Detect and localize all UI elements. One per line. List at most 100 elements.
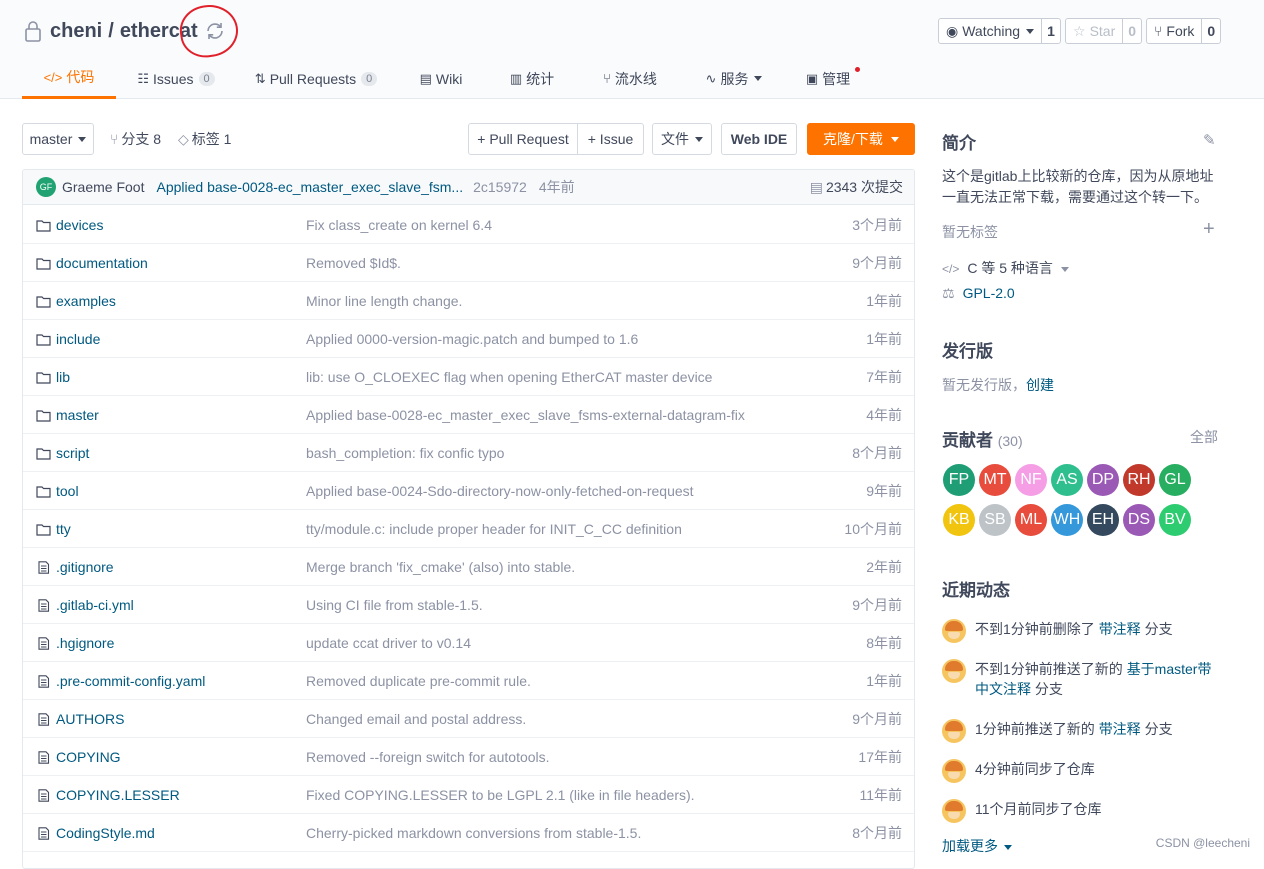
watch-button[interactable]: ◉ Watching 1 — [938, 18, 1061, 44]
notification-dot — [855, 67, 860, 72]
clone-download-button[interactable]: 克隆/下载 — [807, 123, 915, 155]
file-name-link[interactable]: script — [36, 434, 89, 472]
avatar[interactable]: EH — [1087, 504, 1119, 536]
file-commit-message[interactable]: Removed --foreign switch for autotools. — [306, 738, 550, 776]
create-release-link[interactable]: 创建 — [1026, 377, 1054, 393]
file-name-link[interactable]: include — [36, 320, 100, 358]
file-name-link[interactable]: examples — [36, 282, 116, 320]
file-commit-message[interactable]: update ccat driver to v0.14 — [306, 624, 471, 662]
file-name-link[interactable]: tool — [36, 472, 79, 510]
avatar[interactable]: DP — [1087, 464, 1119, 496]
load-more-link[interactable]: 加载更多 — [942, 836, 1012, 856]
tags-link[interactable]: ◇ 标签 1 — [178, 123, 231, 155]
avatar[interactable]: MT — [979, 464, 1011, 496]
file-commit-message[interactable]: Fix class_create on kernel 6.4 — [306, 206, 492, 244]
license-link[interactable]: ⚖ GPL-2.0 — [942, 285, 1015, 302]
avatar[interactable]: NF — [1015, 464, 1047, 496]
avatar[interactable]: ML — [1015, 504, 1047, 536]
table-row: examples Minor line length change. 1年前 — [23, 282, 914, 320]
avatar[interactable]: RH — [1123, 464, 1155, 496]
file-name-link[interactable]: CodingStyle.md — [36, 814, 155, 852]
code-icon: </> — [942, 262, 960, 276]
tab-code[interactable]: </> 代码 — [22, 58, 116, 99]
lock-icon — [25, 21, 41, 42]
file-commit-message[interactable]: Fixed COPYING.LESSER to be LGPL 2.1 (lik… — [306, 776, 695, 814]
file-name-link[interactable]: COPYING.LESSER — [36, 776, 180, 814]
file-name-link[interactable]: lib — [36, 358, 70, 396]
file-commit-message[interactable]: tty/module.c: include proper header for … — [306, 510, 682, 548]
avatar[interactable]: SB — [979, 504, 1011, 536]
star-count[interactable]: 0 — [1123, 19, 1141, 43]
avatar[interactable] — [942, 719, 966, 743]
branch-select[interactable]: master — [22, 123, 94, 155]
file-commit-message[interactable]: Removed $Id$. — [306, 244, 401, 282]
tab-manage[interactable]: ▣ 管理 — [786, 58, 870, 99]
tab-pipeline[interactable]: ⑂ 流水线 — [578, 58, 682, 99]
avatar[interactable] — [942, 659, 966, 683]
tab-wiki[interactable]: ▤ Wiki — [396, 58, 486, 99]
star-button[interactable]: ☆ Star 0 — [1065, 18, 1143, 44]
avatar[interactable] — [942, 799, 966, 823]
file-commit-message[interactable]: Changed email and postal address. — [306, 700, 526, 738]
repo-owner-link[interactable]: cheni — [50, 20, 102, 43]
new-issue-button[interactable]: + Issue — [577, 123, 644, 155]
file-commit-message[interactable]: Removed duplicate pre-commit rule. — [306, 662, 531, 700]
avatar[interactable]: WH — [1051, 504, 1083, 536]
file-name-link[interactable]: tty — [36, 510, 71, 548]
file-commit-message[interactable]: Applied base-0024-Sdo-directory-now-only… — [306, 472, 694, 510]
file-commit-message[interactable]: Using CI file from stable-1.5. — [306, 586, 483, 624]
no-tags-text: 暂无标签 — [942, 224, 998, 240]
avatar[interactable]: BV — [1159, 504, 1191, 536]
file-commit-message[interactable]: bash_completion: fix confic typo — [306, 434, 504, 472]
commit-author[interactable]: Graeme Foot — [62, 179, 144, 195]
file-name-link[interactable]: COPYING — [36, 738, 121, 776]
tab-service[interactable]: ∿ 服务 — [682, 58, 786, 99]
tab-stats[interactable]: ▥ 统计 — [486, 58, 578, 99]
file-name-link[interactable]: AUTHORS — [36, 700, 124, 738]
file-commit-message[interactable]: Merge branch 'fix_cmake' (also) into sta… — [306, 548, 575, 586]
commit-hash[interactable]: 2c15972 — [473, 179, 527, 195]
tab-issues[interactable]: ☷ Issues 0 — [116, 58, 236, 99]
file-name-link[interactable]: documentation — [36, 244, 148, 282]
avatar[interactable]: GF — [36, 177, 56, 197]
avatar[interactable] — [942, 619, 966, 643]
add-tag-icon[interactable]: + — [1203, 218, 1215, 241]
file-commit-message[interactable]: lib: use O_CLOEXEC flag when opening Eth… — [306, 358, 712, 396]
file-name-link[interactable]: .gitlab-ci.yml — [36, 586, 134, 624]
file-menu-button[interactable]: 文件 — [652, 123, 712, 155]
commit-message-link[interactable]: Applied base-0028-ec_master_exec_slave_f… — [156, 179, 463, 195]
avatar[interactable] — [942, 759, 966, 783]
file-name-link[interactable]: .pre-commit-config.yaml — [36, 662, 205, 700]
file-commit-message[interactable]: Applied 0000-version-magic.patch and bum… — [306, 320, 638, 358]
avatar[interactable]: GL — [1159, 464, 1191, 496]
new-pull-request-button[interactable]: + Pull Request — [468, 123, 578, 155]
intro-title: 简介 — [942, 134, 976, 153]
service-icon: ∿ — [705, 70, 717, 86]
commit-total-link[interactable]: ▤ 2343 次提交 — [810, 177, 903, 197]
watermark: CSDN @leecheni — [1155, 836, 1250, 850]
avatar[interactable]: FP — [943, 464, 975, 496]
file-commit-message[interactable]: Cherry-picked markdown conversions from … — [306, 814, 641, 852]
file-name-link[interactable]: .gitignore — [36, 548, 114, 586]
all-contributors-link[interactable]: 全部 — [1190, 427, 1218, 447]
file-commit-message[interactable]: Applied base-0028-ec_master_exec_slave_f… — [306, 396, 745, 434]
web-ide-button[interactable]: Web IDE — [721, 123, 797, 155]
file-name-link[interactable]: master — [36, 396, 99, 434]
tab-pull-requests[interactable]: ⇅ Pull Requests 0 — [236, 58, 396, 99]
fork-button[interactable]: ⑂ Fork 0 — [1146, 18, 1222, 44]
file-name-link[interactable]: .hgignore — [36, 624, 114, 662]
watch-count[interactable]: 1 — [1042, 19, 1060, 43]
avatar[interactable]: KB — [943, 504, 975, 536]
fork-count[interactable]: 0 — [1202, 19, 1220, 43]
branch-link[interactable]: 带注释 — [1099, 721, 1141, 737]
branches-link[interactable]: ⑂ 分支 8 — [110, 123, 161, 155]
caret-down-icon — [1004, 844, 1012, 850]
avatar[interactable]: AS — [1051, 464, 1083, 496]
edit-icon[interactable]: ✎ — [1203, 131, 1216, 149]
file-commit-message[interactable]: Minor line length change. — [306, 282, 462, 320]
avatar[interactable]: DS — [1123, 504, 1155, 536]
language-select[interactable]: </> C 等 5 种语言 — [942, 258, 1069, 278]
branch-link[interactable]: 带注释 — [1099, 621, 1141, 637]
file-name-link[interactable]: devices — [36, 206, 103, 244]
table-row: documentation Removed $Id$. 9个月前 — [23, 244, 914, 282]
